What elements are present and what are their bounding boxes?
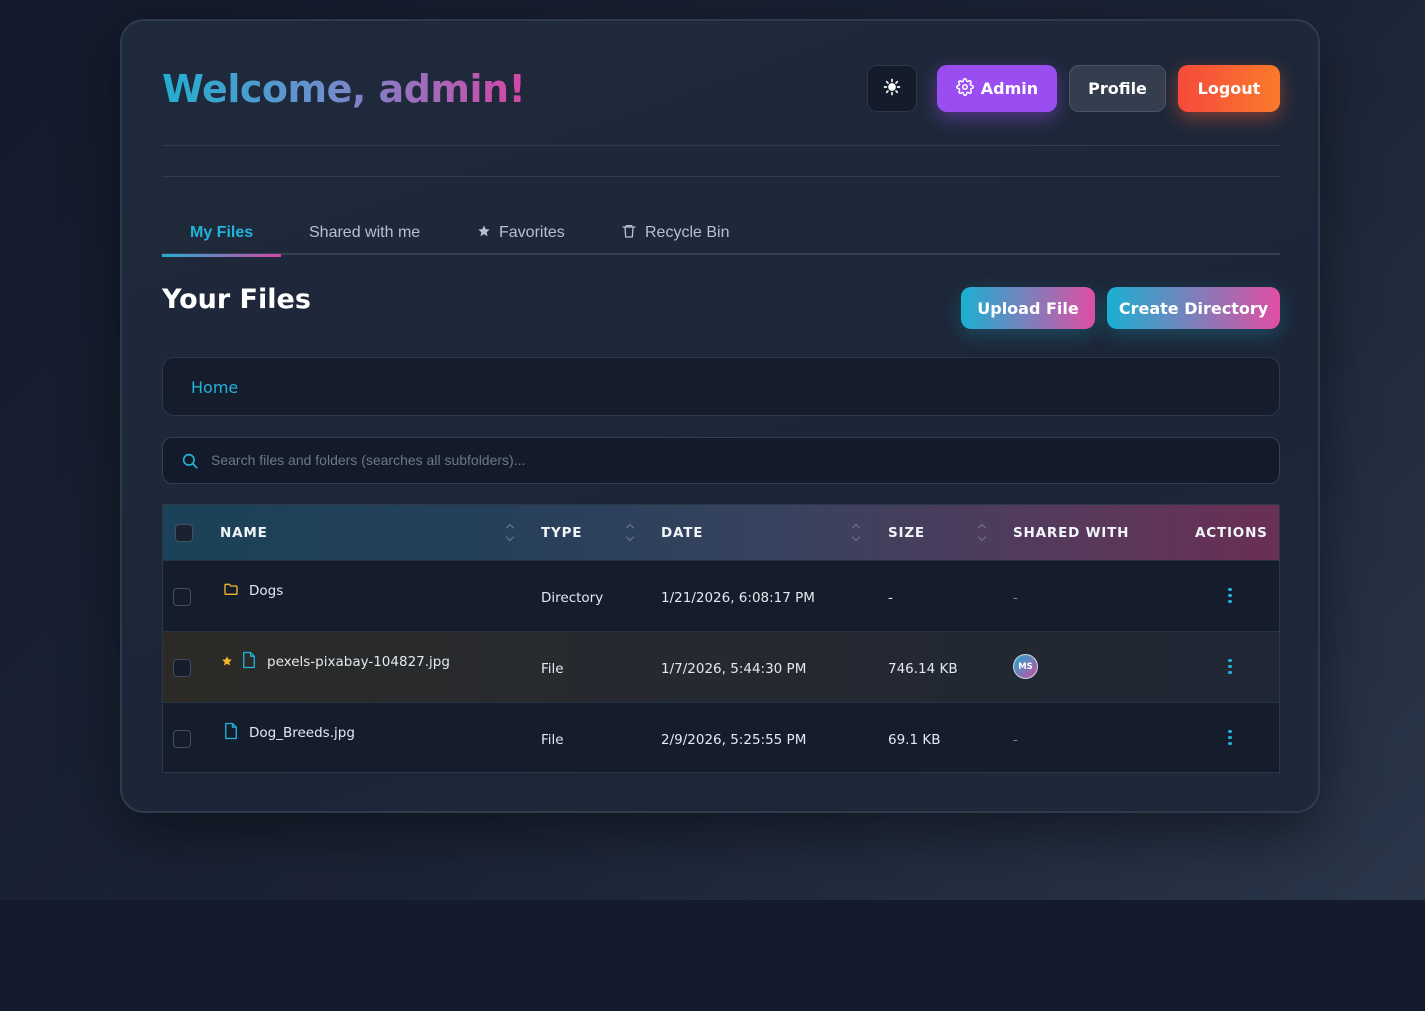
- file-icon: [223, 722, 239, 745]
- table-row[interactable]: Dog_Breeds.jpg File 2/9/2026, 5:25:55 PM…: [163, 702, 1279, 773]
- create-directory-button[interactable]: Create Directory: [1107, 287, 1280, 329]
- tab-label: Recycle Bin: [645, 224, 730, 241]
- sort-icon[interactable]: [625, 522, 635, 544]
- divider: [162, 145, 1280, 146]
- sun-icon: [883, 78, 901, 100]
- column-header-type[interactable]: TYPE: [541, 525, 582, 541]
- divider: [162, 176, 1280, 177]
- sort-icon[interactable]: [505, 522, 515, 544]
- trash-icon: [621, 223, 637, 244]
- row-checkbox[interactable]: [173, 659, 191, 677]
- file-date: 1/7/2026, 5:44:30 PM: [661, 661, 807, 677]
- file-date: 1/21/2026, 6:08:17 PM: [661, 590, 815, 606]
- theme-toggle-button[interactable]: [867, 65, 917, 112]
- folder-icon: [223, 581, 239, 602]
- select-all-checkbox[interactable]: [175, 524, 193, 542]
- more-actions-icon[interactable]: [1227, 730, 1233, 748]
- breadcrumb-home[interactable]: Home: [191, 378, 238, 397]
- column-header-size[interactable]: SIZE: [888, 525, 925, 541]
- more-actions-icon[interactable]: [1227, 659, 1233, 677]
- logout-button[interactable]: Logout: [1178, 65, 1280, 112]
- file-date: 2/9/2026, 5:25:55 PM: [661, 732, 807, 748]
- tab-bar: My Files Shared with me Favorites Recycl…: [162, 211, 1280, 257]
- tab-label: Shared with me: [309, 224, 421, 241]
- table-header: NAME TYPE DATE SIZE SHARED WITH ACTIONS: [163, 505, 1279, 560]
- breadcrumb: Home: [162, 357, 1280, 416]
- sort-icon[interactable]: [977, 522, 987, 544]
- shared-with: -: [1013, 732, 1018, 748]
- search-bar: [162, 437, 1280, 484]
- tab-shared-with-me[interactable]: Shared with me: [309, 211, 420, 255]
- admin-button[interactable]: Admin: [937, 65, 1057, 112]
- row-checkbox[interactable]: [173, 730, 191, 748]
- search-icon: [181, 452, 199, 475]
- column-header-actions: ACTIONS: [1195, 525, 1268, 541]
- page-title: Your Files: [162, 284, 311, 315]
- column-header-date[interactable]: DATE: [661, 525, 703, 541]
- sort-icon[interactable]: [851, 522, 861, 544]
- file-name[interactable]: Dog_Breeds.jpg: [249, 725, 355, 741]
- tab-favorites[interactable]: Favorites: [477, 211, 565, 255]
- column-header-name[interactable]: NAME: [220, 525, 268, 541]
- favorite-star-icon[interactable]: [221, 654, 233, 672]
- file-type: Directory: [541, 590, 604, 606]
- admin-button-label: Admin: [980, 79, 1039, 98]
- star-icon: [477, 224, 491, 243]
- file-icon: [241, 651, 257, 674]
- row-checkbox[interactable]: [173, 588, 191, 606]
- table-row[interactable]: Dogs Directory 1/21/2026, 6:08:17 PM - -: [163, 560, 1279, 631]
- main-card: Welcome, admin! Admin Profile Logout My …: [120, 19, 1320, 813]
- file-type: File: [541, 732, 564, 748]
- avatar[interactable]: MS: [1013, 654, 1038, 679]
- tab-recycle-bin[interactable]: Recycle Bin: [621, 211, 729, 255]
- more-actions-icon[interactable]: [1227, 588, 1233, 606]
- column-header-shared-with: SHARED WITH: [1013, 525, 1130, 541]
- shared-with: -: [1013, 590, 1018, 606]
- file-type: File: [541, 661, 564, 677]
- table-row[interactable]: pexels-pixabay-104827.jpg File 1/7/2026,…: [163, 631, 1279, 702]
- tab-label: Favorites: [499, 224, 565, 241]
- search-input[interactable]: [211, 438, 1261, 482]
- tab-label: My Files: [190, 224, 254, 241]
- file-size: 746.14 KB: [888, 661, 958, 677]
- upload-file-button[interactable]: Upload File: [961, 287, 1095, 329]
- profile-button[interactable]: Profile: [1069, 65, 1166, 112]
- gear-icon: [955, 77, 974, 100]
- tab-my-files[interactable]: My Files: [162, 211, 281, 257]
- file-name[interactable]: Dogs: [249, 583, 283, 599]
- file-name[interactable]: pexels-pixabay-104827.jpg: [267, 654, 450, 670]
- file-size: 69.1 KB: [888, 732, 941, 748]
- welcome-heading: Welcome, admin!: [162, 67, 526, 111]
- file-size: -: [888, 590, 893, 606]
- file-table: NAME TYPE DATE SIZE SHARED WITH ACTIONS …: [162, 504, 1280, 773]
